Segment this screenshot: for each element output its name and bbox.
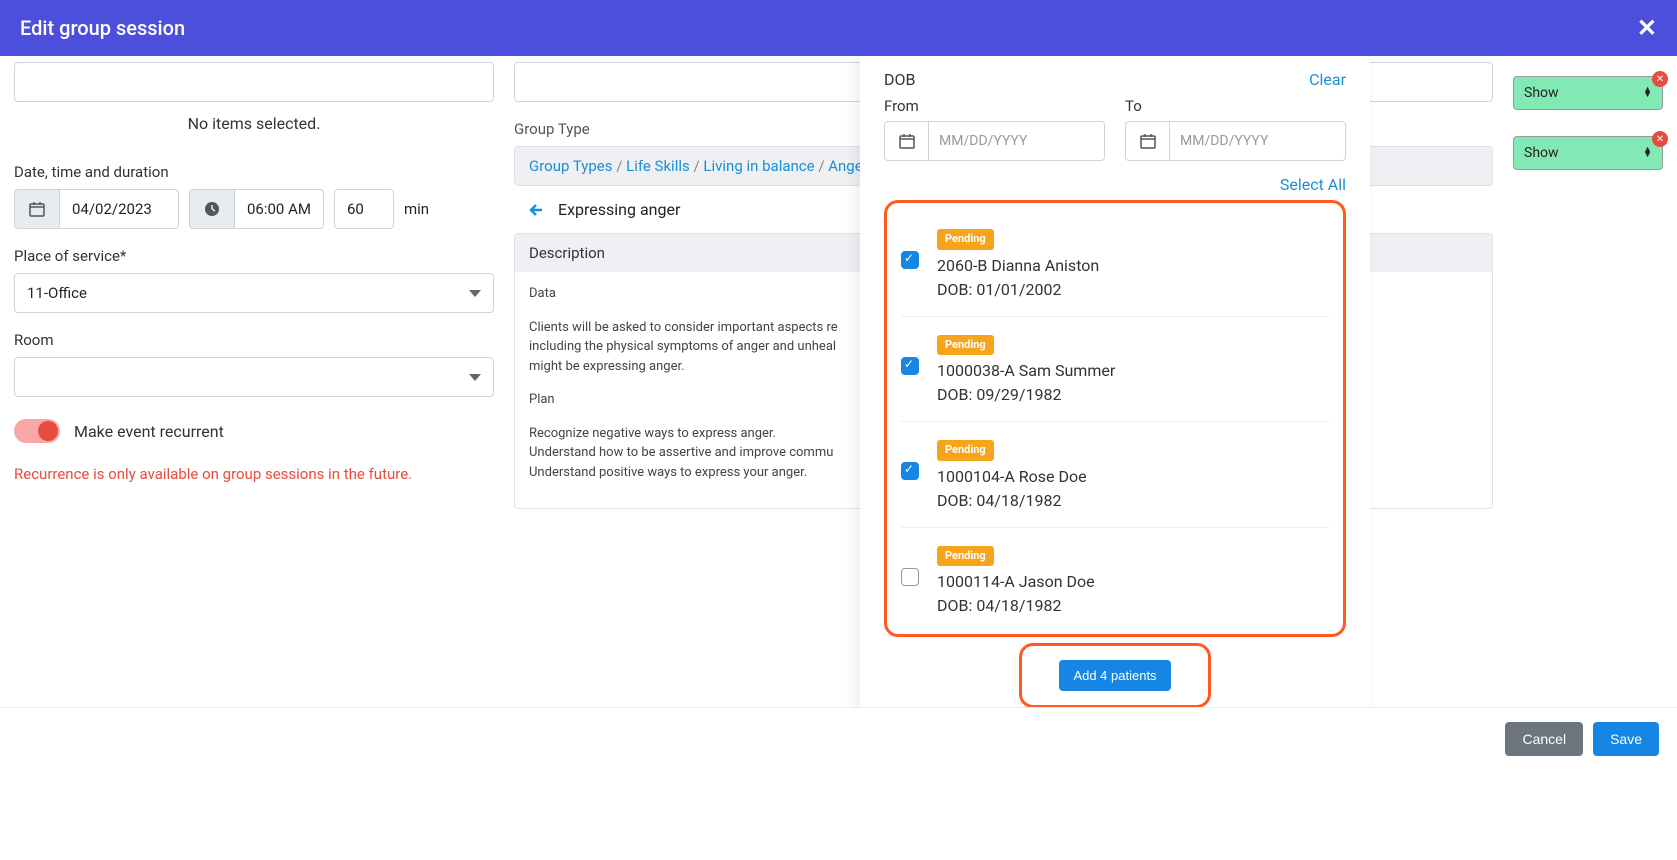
breadcrumb-item[interactable]: Living in balance — [703, 157, 814, 175]
chevron-down-icon — [469, 374, 481, 381]
patient-checkbox[interactable] — [901, 251, 919, 269]
group-title: Expressing anger — [558, 200, 680, 219]
calendar-icon — [14, 189, 59, 229]
dob-from-input[interactable]: MM/DD/YYYY — [884, 121, 1105, 161]
remove-icon[interactable]: ✕ — [1652, 131, 1668, 147]
patient-dob: DOB: 04/18/1982 — [937, 594, 1095, 618]
place-label: Place of service* — [14, 247, 494, 265]
patient-row[interactable]: Pending 1000104-A Rose DoeDOB: 04/18/1982 — [901, 422, 1329, 528]
calendar-icon — [885, 122, 929, 160]
calendar-icon — [1126, 122, 1170, 160]
patient-row[interactable]: Pending 1000038-A Sam SummerDOB: 09/29/19… — [901, 317, 1329, 423]
recurrent-toggle[interactable] — [14, 419, 60, 443]
patient-row[interactable]: Pending 1000114-A Jason DoeDOB: 04/18/198… — [901, 528, 1329, 633]
status-chip[interactable]: Show ▲▼ ✕ — [1513, 136, 1663, 170]
add-patients-highlight: Add 4 patients — [1019, 643, 1211, 707]
close-icon[interactable]: ✕ — [1637, 14, 1657, 42]
select-all-button[interactable]: Select All — [884, 175, 1346, 194]
patients-list: Pending 2060-B Dianna AnistonDOB: 01/01/2… — [884, 200, 1346, 637]
sort-icon: ▲▼ — [1643, 88, 1652, 98]
sort-icon: ▲▼ — [1643, 148, 1652, 158]
dob-to-placeholder: MM/DD/YYYY — [1170, 122, 1345, 160]
duration-input[interactable]: 60 — [334, 189, 394, 229]
patient-name: 2060-B Dianna Aniston — [937, 254, 1099, 278]
cancel-button[interactable]: Cancel — [1505, 722, 1583, 756]
add-patients-button[interactable]: Add 4 patients — [1059, 660, 1170, 691]
patient-name: 1000114-A Jason Doe — [937, 570, 1095, 594]
dob-to-input[interactable]: MM/DD/YYYY — [1125, 121, 1346, 161]
status-chip-label: Show — [1524, 145, 1559, 161]
remove-icon[interactable]: ✕ — [1652, 71, 1668, 87]
items-input[interactable] — [14, 62, 494, 102]
status-chip[interactable]: Show ▲▼ ✕ — [1513, 76, 1663, 110]
chevron-down-icon — [469, 290, 481, 297]
pending-badge: Pending — [937, 229, 994, 250]
patient-info: Pending 1000114-A Jason DoeDOB: 04/18/198… — [937, 542, 1095, 619]
status-chip-label: Show — [1524, 85, 1559, 101]
place-select[interactable]: 11-Office — [14, 273, 494, 313]
pending-badge: Pending — [937, 335, 994, 356]
breadcrumb-item[interactable]: Group Types — [529, 157, 612, 175]
dob-label: DOB — [884, 70, 915, 89]
modal-title: Edit group session — [20, 16, 185, 40]
clear-button[interactable]: Clear — [1309, 70, 1346, 89]
breadcrumb-separator: / — [690, 157, 704, 175]
recurrent-warning: Recurrence is only available on group se… — [14, 465, 494, 483]
no-items-message: No items selected. — [14, 102, 494, 145]
breadcrumb-separator: / — [815, 157, 829, 175]
pending-badge: Pending — [937, 546, 994, 567]
to-label: To — [1125, 97, 1346, 115]
patient-checkbox[interactable] — [901, 462, 919, 480]
date-label: Date, time and duration — [14, 163, 494, 181]
patient-row[interactable]: Pending 2060-B Dianna AnistonDOB: 01/01/2… — [901, 211, 1329, 317]
patient-info: Pending 2060-B Dianna AnistonDOB: 01/01/2… — [937, 225, 1099, 302]
patient-dob: DOB: 09/29/1982 — [937, 383, 1115, 407]
modal-header: Edit group session ✕ — [0, 0, 1677, 56]
room-select[interactable] — [14, 357, 494, 397]
clock-icon — [189, 189, 234, 229]
patient-checkbox[interactable] — [901, 568, 919, 586]
patient-name: 1000104-A Rose Doe — [937, 465, 1087, 489]
save-button[interactable]: Save — [1593, 722, 1659, 756]
dob-from-placeholder: MM/DD/YYYY — [929, 122, 1104, 160]
time-input[interactable]: 06:00 AM — [189, 189, 324, 229]
patient-picker-panel: DOB Clear From MM/DD/YYYY To — [860, 56, 1370, 707]
date-input[interactable]: 04/02/2023 — [14, 189, 179, 229]
patient-dob: DOB: 01/01/2002 — [937, 278, 1099, 302]
from-label: From — [884, 97, 1105, 115]
breadcrumb-separator: / — [612, 157, 626, 175]
place-value: 11-Office — [27, 284, 87, 302]
patient-info: Pending 1000038-A Sam SummerDOB: 09/29/19… — [937, 331, 1115, 408]
time-value: 06:00 AM — [234, 189, 324, 229]
breadcrumb-item[interactable]: Life Skills — [626, 157, 690, 175]
back-arrow-icon[interactable] — [528, 201, 546, 219]
patient-checkbox[interactable] — [901, 357, 919, 375]
patient-info: Pending 1000104-A Rose DoeDOB: 04/18/1982 — [937, 436, 1087, 513]
date-value: 04/02/2023 — [59, 189, 179, 229]
modal-footer: Cancel Save — [0, 707, 1677, 770]
room-label: Room — [14, 331, 494, 349]
pending-badge: Pending — [937, 440, 994, 461]
recurrent-label: Make event recurrent — [74, 422, 224, 441]
patient-dob: DOB: 04/18/1982 — [937, 489, 1087, 513]
patient-name: 1000038-A Sam Summer — [937, 359, 1115, 383]
duration-unit: min — [404, 200, 429, 218]
